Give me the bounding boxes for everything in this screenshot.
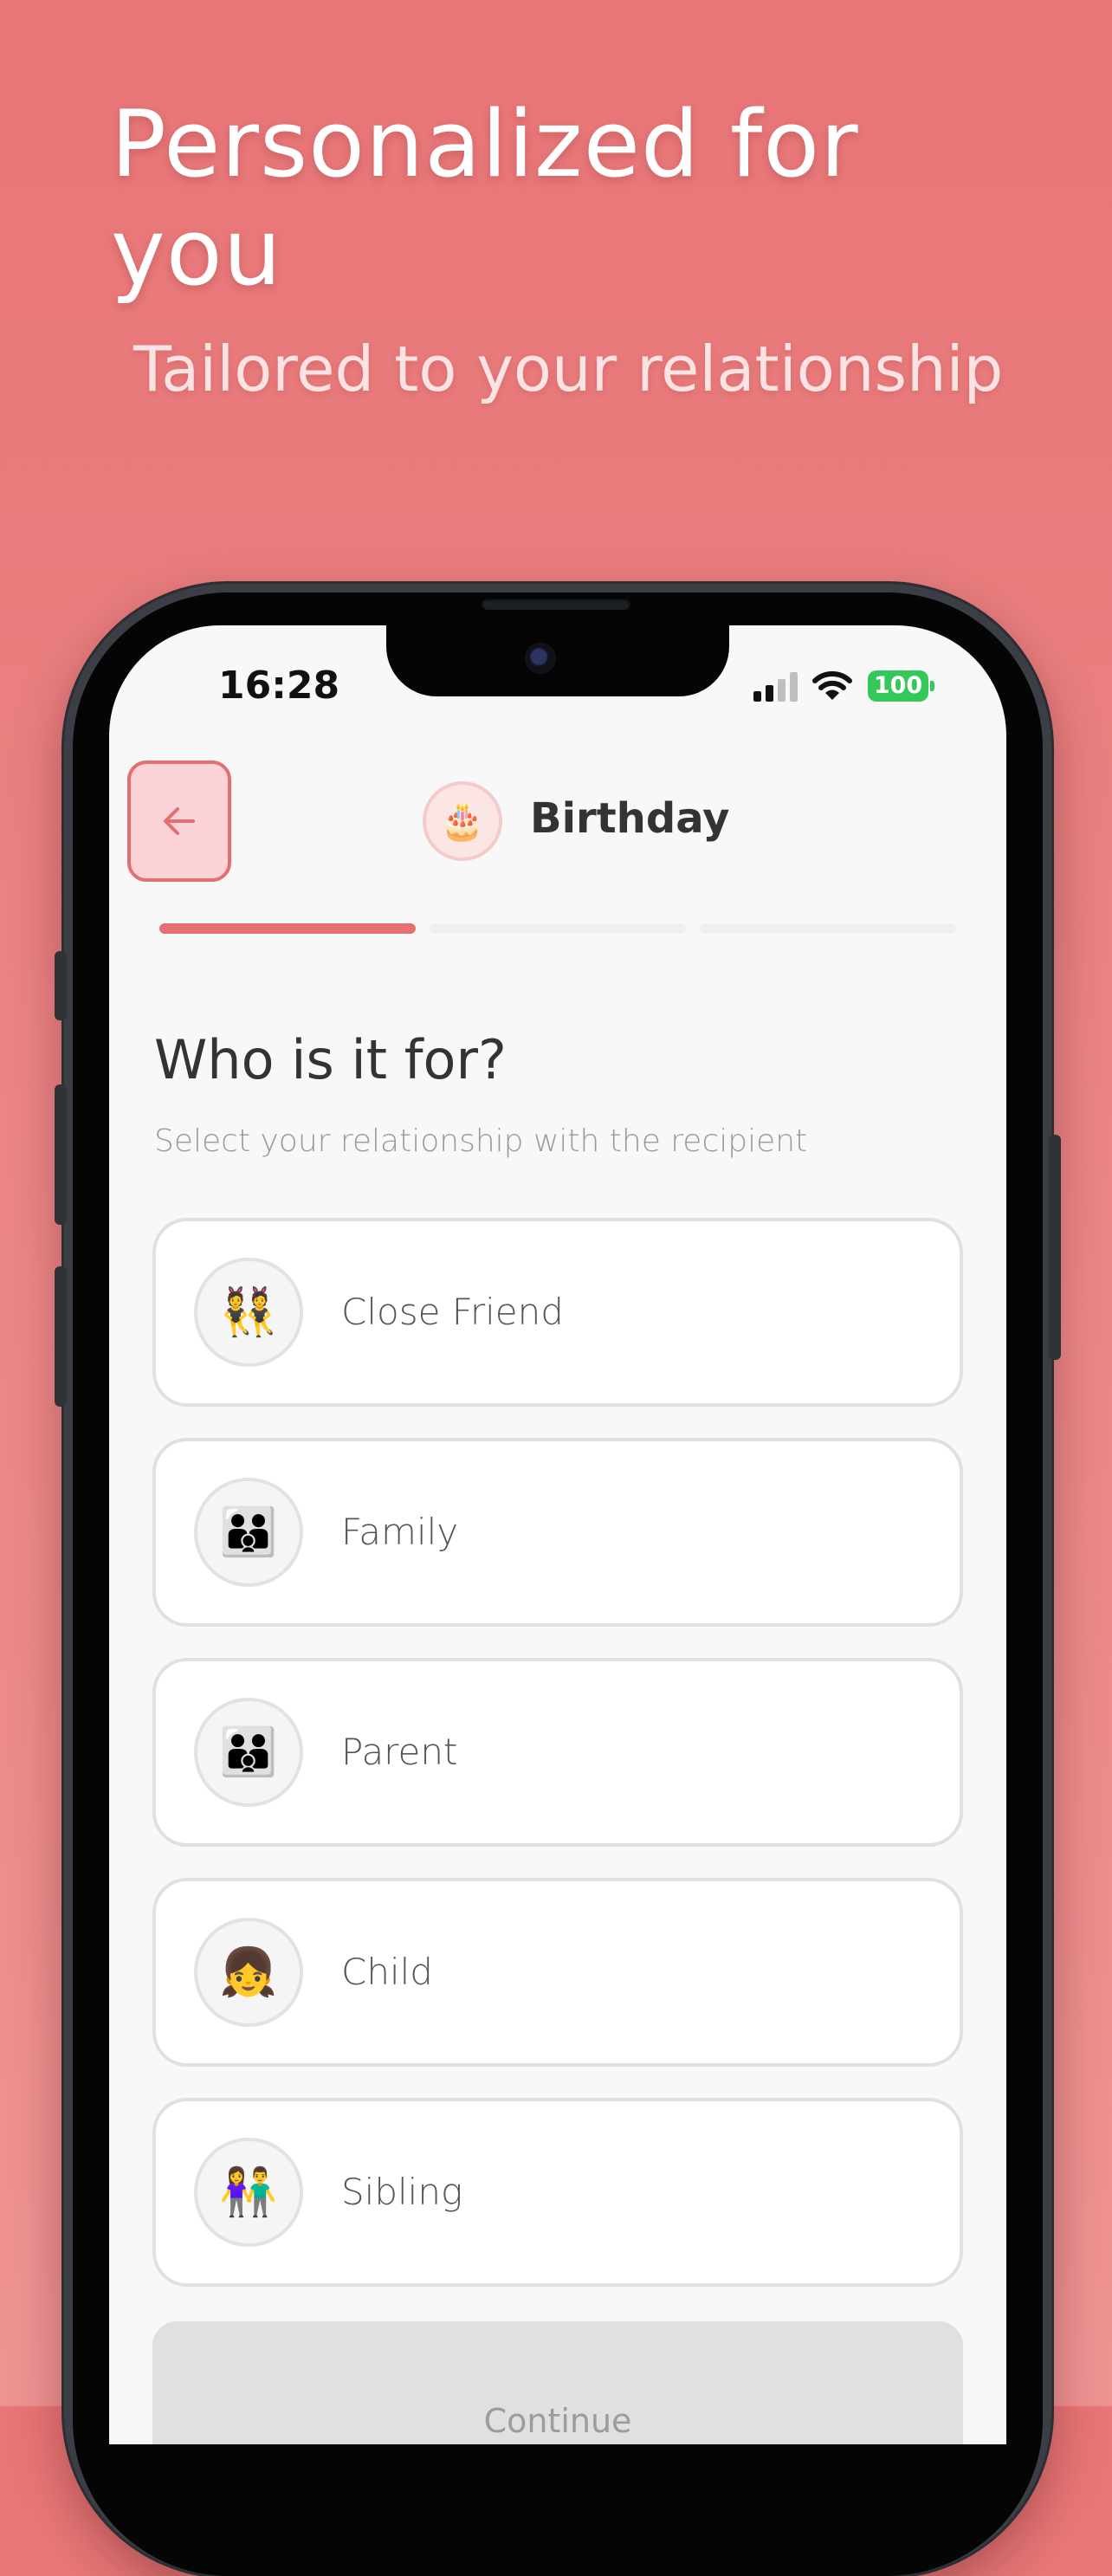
phone-screen: 16:28 100 🎂 Birthday Who is it for? Sele… xyxy=(109,625,1006,2444)
question-subtitle: Select your relationship with the recipi… xyxy=(154,1123,808,1159)
back-button[interactable] xyxy=(127,761,231,882)
battery-cap xyxy=(930,681,934,691)
volume-down-button xyxy=(55,1266,67,1407)
earpiece-speaker xyxy=(482,598,630,610)
option-family[interactable]: 👪 Family xyxy=(152,1438,963,1627)
power-button xyxy=(1049,1135,1061,1360)
wifi-icon xyxy=(812,671,852,700)
arrow-left-icon xyxy=(164,807,195,835)
promo-title: Personalized for you xyxy=(111,91,859,306)
option-label: Parent xyxy=(341,1731,458,1773)
promo-subtitle: Tailored to your relationship xyxy=(133,333,1004,405)
option-label: Sibling xyxy=(341,2171,463,2213)
birthday-cake-icon: 🎂 xyxy=(423,781,502,861)
header-title: Birthday xyxy=(530,794,730,843)
front-camera-icon xyxy=(525,643,556,674)
cellular-signal-icon xyxy=(753,672,798,702)
mute-switch xyxy=(55,951,67,1020)
progress-step-2 xyxy=(430,923,686,934)
girl-icon: 👧 xyxy=(194,1918,303,2027)
status-bar-time: 16:28 xyxy=(218,663,340,708)
family-icon: 👪 xyxy=(194,1478,303,1587)
question-title: Who is it for? xyxy=(154,1028,507,1091)
progress-step-1 xyxy=(159,923,416,934)
dancers-icon: 👯 xyxy=(194,1258,303,1367)
volume-up-button xyxy=(55,1084,67,1225)
option-child[interactable]: 👧 Child xyxy=(152,1878,963,2067)
option-parent[interactable]: 👪 Parent xyxy=(152,1658,963,1847)
option-sibling[interactable]: 👫 Sibling xyxy=(152,2098,963,2287)
continue-button[interactable]: Continue xyxy=(152,2321,963,2444)
battery-level: 100 xyxy=(868,670,928,702)
battery-indicator: 100 xyxy=(868,670,934,702)
family-icon: 👪 xyxy=(194,1698,303,1807)
camera-notch xyxy=(386,625,729,696)
option-label: Close Friend xyxy=(341,1291,564,1333)
relationship-options-list[interactable]: 👯 Close Friend 👪 Family 👪 Parent 👧 Child… xyxy=(152,1218,963,2288)
option-label: Family xyxy=(341,1511,459,1553)
option-label: Child xyxy=(341,1951,433,1993)
progress-step-3 xyxy=(700,923,956,934)
couple-icon: 👫 xyxy=(194,2138,303,2247)
option-close-friend[interactable]: 👯 Close Friend xyxy=(152,1218,963,1407)
